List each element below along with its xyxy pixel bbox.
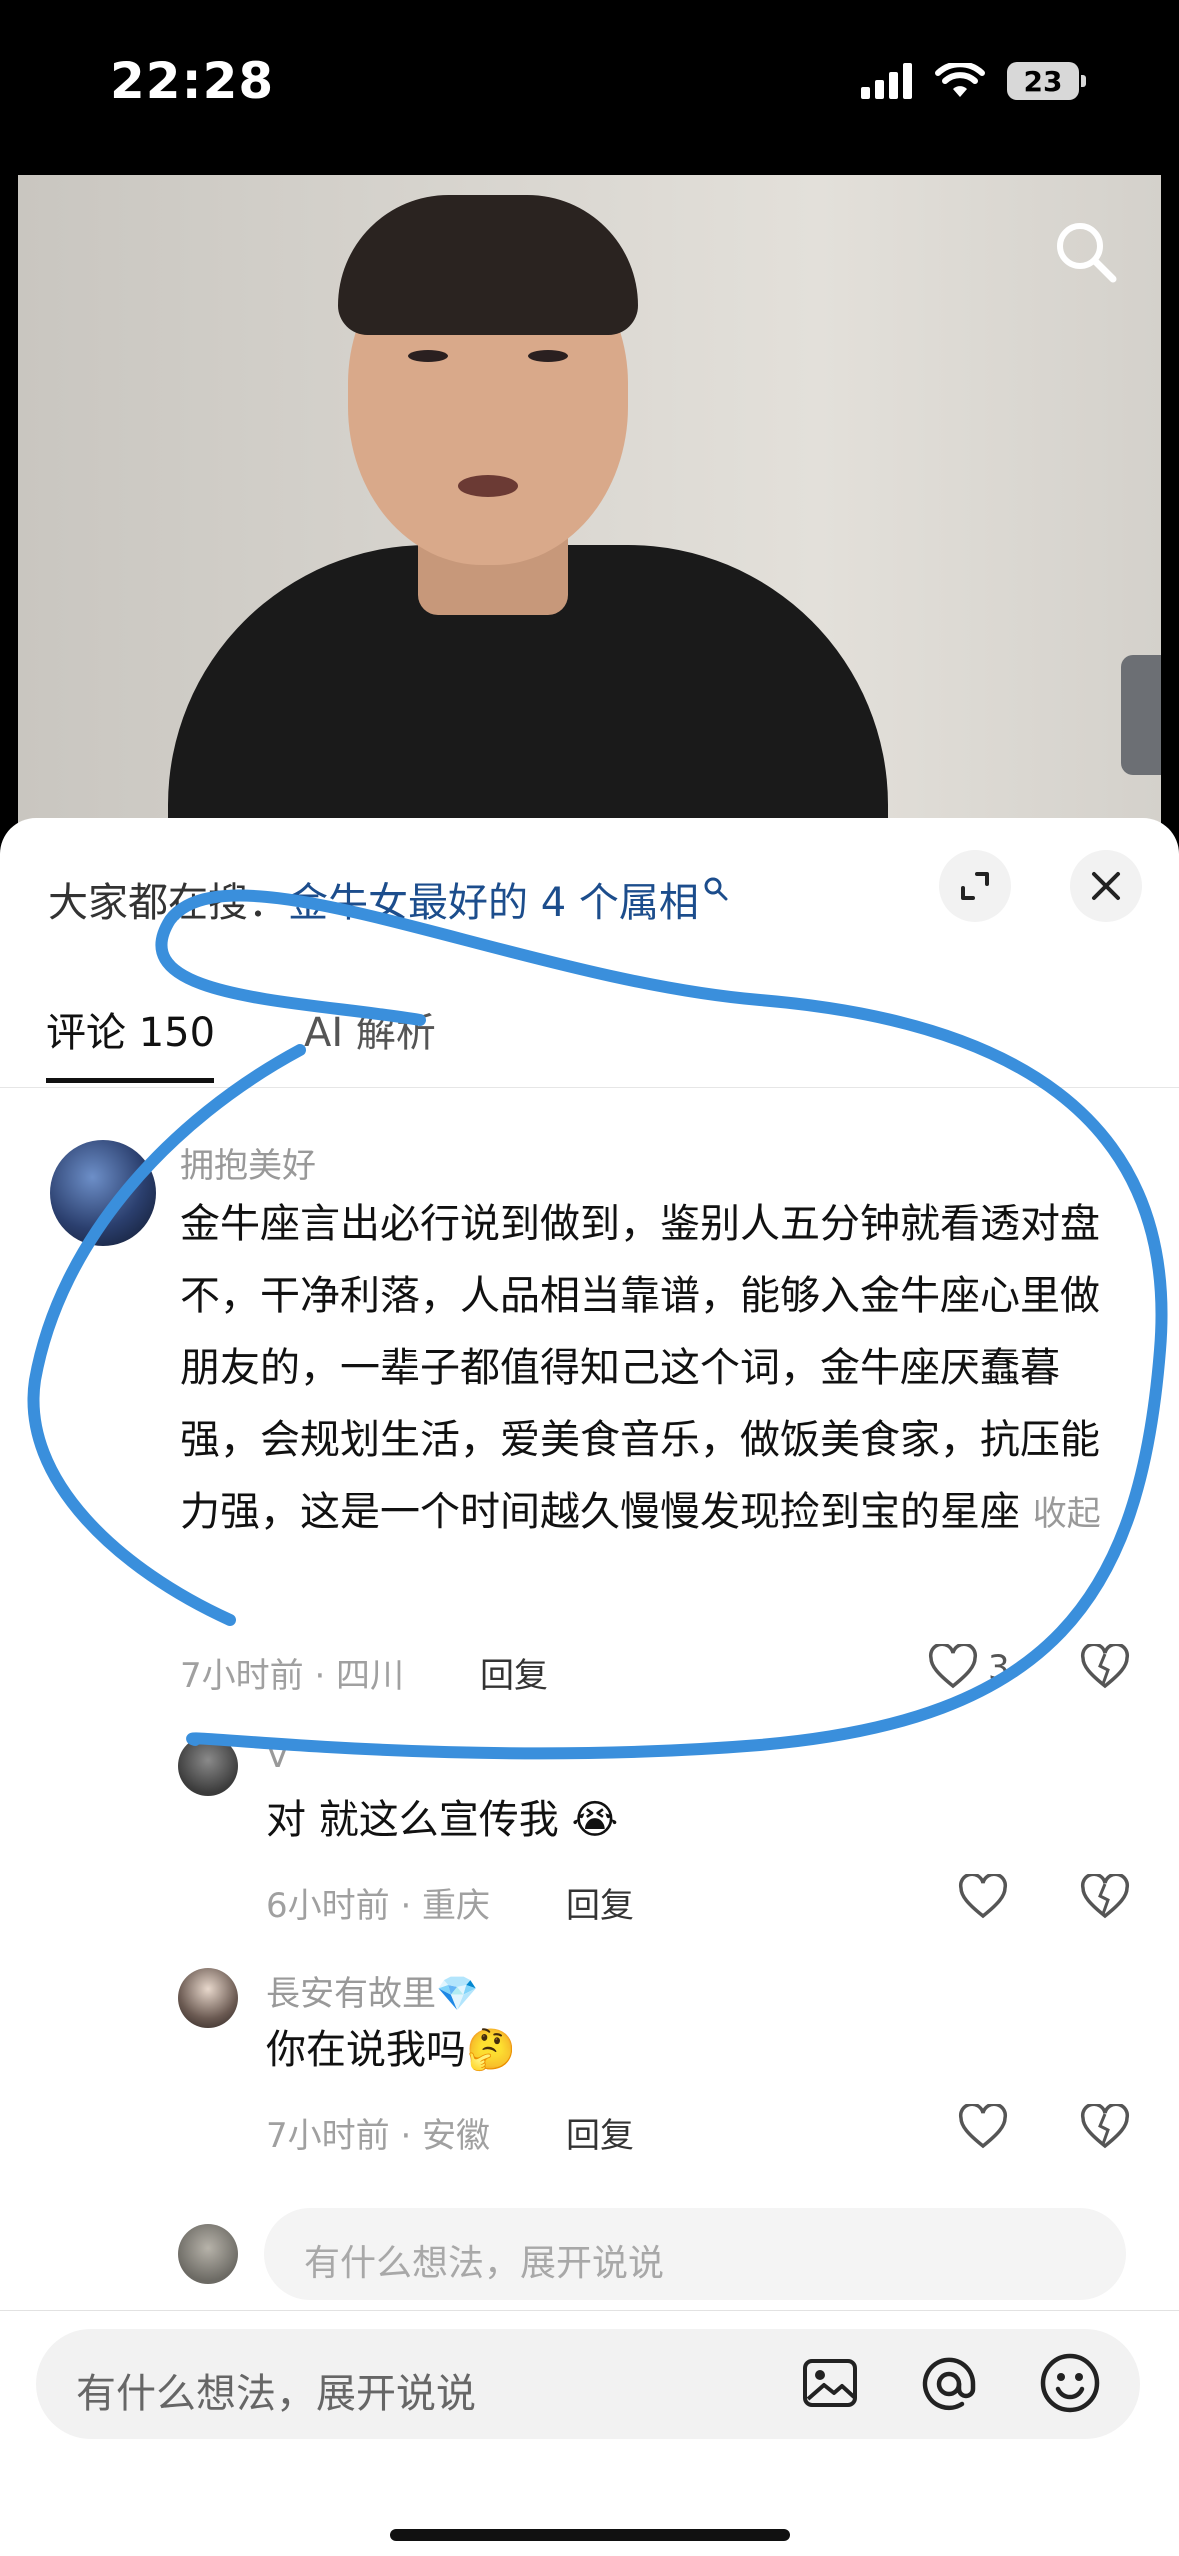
like-icon[interactable] xyxy=(958,1874,1008,1920)
reply-body: 你在说我吗🤔 xyxy=(266,2014,516,2086)
reply-input[interactable]: 有什么想法，展开说说 xyxy=(264,2208,1126,2300)
reply-text: 你在说我吗 xyxy=(266,2027,466,2073)
diamond-badge-icon: 💎 xyxy=(436,1974,479,2014)
collapse-link[interactable]: 收起 xyxy=(1033,1494,1101,1534)
like-count: 3 xyxy=(988,1648,1010,1688)
my-avatar xyxy=(178,2224,238,2284)
reply-meta: 6小时前 · 重庆 xyxy=(266,1886,491,1926)
expand-button[interactable] xyxy=(939,850,1011,922)
emoji-icon[interactable] xyxy=(1038,2351,1102,2415)
dislike-icon[interactable] xyxy=(1080,1644,1130,1690)
battery-indicator: 23 xyxy=(1007,62,1086,100)
reply-button[interactable]: 回复 xyxy=(566,2108,634,2157)
comment-meta: 7小时前 · 四川 xyxy=(180,1656,405,1696)
avatar[interactable] xyxy=(178,1736,238,1796)
video-player[interactable] xyxy=(18,175,1161,840)
status-bar: 22:28 23 xyxy=(0,0,1179,175)
like-icon[interactable] xyxy=(958,2104,1008,2150)
reply-meta: 7小时前 · 安徽 xyxy=(266,2116,491,2156)
avatar[interactable] xyxy=(178,1968,238,2028)
reply-button[interactable]: 回复 xyxy=(480,1648,548,1697)
avatar[interactable] xyxy=(50,1140,156,1246)
tab-ai-analysis[interactable]: AI 解析 xyxy=(304,1000,436,1058)
comment-tabs: 评论 150 AI 解析 xyxy=(0,988,1179,1088)
video-person-hair xyxy=(338,195,638,335)
trending-search-prefix: 大家都在搜： xyxy=(48,880,288,926)
close-icon xyxy=(1092,872,1120,900)
dislike-icon[interactable] xyxy=(1080,2104,1130,2150)
comment-author[interactable]: 拥抱美好 xyxy=(180,1138,316,1187)
status-icons: 23 xyxy=(861,62,1086,100)
video-person-eye xyxy=(528,350,568,362)
reply-button[interactable]: 回复 xyxy=(566,1878,634,1927)
emoji-crying: 😭 xyxy=(571,1797,619,1843)
video-mic-stand xyxy=(1121,655,1161,775)
status-time: 22:28 xyxy=(110,52,275,110)
search-icon[interactable] xyxy=(1051,217,1121,287)
like-icon[interactable] xyxy=(928,1644,978,1690)
reply-author-name: 長安有故里 xyxy=(266,1974,436,2014)
comment-sheet: 大家都在搜：金牛女最好的 4 个属相 评论 150 AI 解析 拥抱美好 金牛座… xyxy=(0,818,1179,2556)
video-person-eye xyxy=(408,350,448,362)
image-icon[interactable] xyxy=(800,2353,860,2413)
video-person-mouth xyxy=(458,475,518,497)
tab-comments[interactable]: 评论 150 xyxy=(46,1000,215,1058)
comment-body: 金牛座言出必行说到做到，鉴别人五分钟就看透对盘不，干净利落，人品相当靠谱，能够入… xyxy=(180,1188,1120,1550)
search-icon xyxy=(704,877,728,901)
trending-search-link[interactable]: 金牛女最好的 4 个属相 xyxy=(288,880,699,926)
emoji-thinking: 🤔 xyxy=(466,2027,516,2073)
wifi-icon xyxy=(935,63,985,97)
comment-text: 金牛座言出必行说到做到，鉴别人五分钟就看透对盘不，干净利落，人品相当靠谱，能够入… xyxy=(180,1201,1100,1535)
bottom-comment-bar: 有什么想法，展开说说 xyxy=(0,2310,1179,2556)
at-mention-icon[interactable] xyxy=(918,2353,980,2415)
expand-icon xyxy=(961,872,989,900)
home-indicator xyxy=(390,2529,790,2541)
close-button[interactable] xyxy=(1070,850,1142,922)
signal-icon xyxy=(861,63,912,99)
reply-author[interactable]: V xyxy=(266,1736,289,1776)
trending-search[interactable]: 大家都在搜：金牛女最好的 4 个属相 xyxy=(48,870,729,928)
reply-text: 对 就这么宣传我 xyxy=(266,1797,559,1843)
reply-author[interactable]: 長安有故里💎 xyxy=(266,1966,478,2015)
reply-body: 对 就这么宣传我 😭 xyxy=(266,1784,618,1856)
dislike-icon[interactable] xyxy=(1080,1874,1130,1920)
tab-active-underline xyxy=(46,1078,214,1083)
